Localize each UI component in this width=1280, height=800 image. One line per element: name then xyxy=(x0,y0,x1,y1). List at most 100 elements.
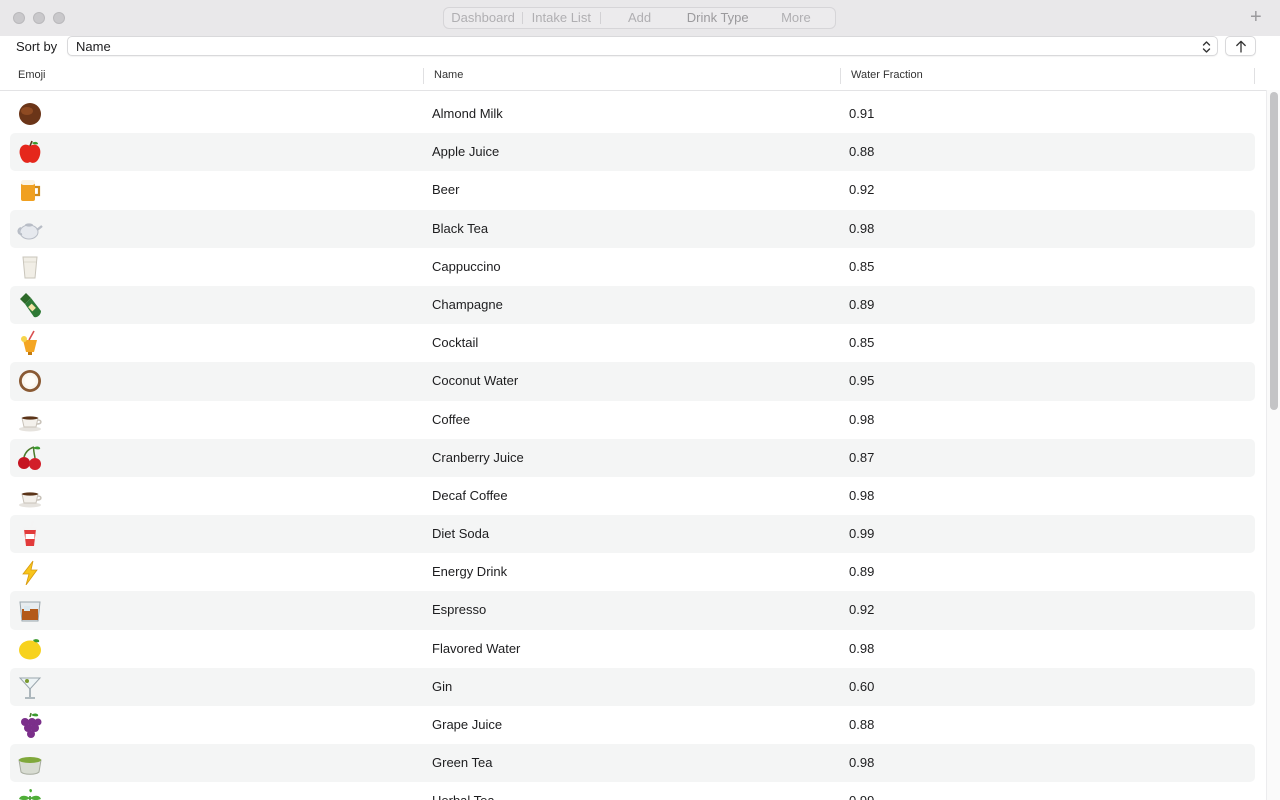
apple-icon xyxy=(19,140,41,164)
table-row[interactable]: Cranberry Juice 0.87 xyxy=(10,438,1255,477)
column-header-emoji[interactable]: Emoji xyxy=(18,69,46,81)
drink-name: Cappuccino xyxy=(432,258,501,274)
tab-drink-type[interactable]: Drink Type xyxy=(679,8,757,28)
sort-bar: Sort by Name xyxy=(0,36,1280,62)
water-fraction: 0.98 xyxy=(849,487,875,503)
column-header-name[interactable]: Name xyxy=(434,69,463,81)
table-row[interactable]: Herbal Tea 0.99 xyxy=(10,782,1255,800)
water-fraction: 0.88 xyxy=(849,144,875,160)
water-fraction: 0.87 xyxy=(849,449,875,465)
glass-of-milk-icon xyxy=(22,256,38,279)
matcha-icon xyxy=(18,757,42,775)
minimize-window-button[interactable] xyxy=(33,12,45,24)
column-header-water-fraction[interactable]: Water Fraction xyxy=(851,69,923,81)
tropical-drink-icon xyxy=(21,330,37,356)
water-fraction: 0.99 xyxy=(849,526,875,542)
drink-name: Apple Juice xyxy=(432,144,500,160)
grapes-icon xyxy=(21,712,42,738)
drink-name: Coconut Water xyxy=(432,373,519,389)
drink-name: Cranberry Juice xyxy=(432,449,524,465)
table-row[interactable]: Champagne 0.89 xyxy=(10,285,1255,325)
table-row[interactable]: Flavored Water 0.98 xyxy=(10,630,1255,668)
drink-name: Diet Soda xyxy=(432,526,490,542)
column-divider[interactable] xyxy=(840,68,841,84)
hot-beverage-icon xyxy=(19,492,42,508)
cup-with-straw-icon xyxy=(23,521,37,547)
drink-name: Gin xyxy=(432,678,453,694)
column-divider[interactable] xyxy=(1254,68,1255,84)
drink-name: Almond Milk xyxy=(432,106,503,121)
almond-icon xyxy=(19,103,41,125)
table-row[interactable]: Coconut Water 0.95 xyxy=(10,362,1255,401)
scrollbar-thumb[interactable] xyxy=(1270,92,1278,410)
table-row[interactable]: Gin 0.60 xyxy=(10,667,1255,706)
plus-icon[interactable]: + xyxy=(1250,7,1262,27)
water-fraction: 0.85 xyxy=(849,258,875,274)
tumbler-glass-icon xyxy=(19,601,41,622)
zoom-window-button[interactable] xyxy=(53,12,65,24)
water-fraction: 0.89 xyxy=(849,296,875,312)
view-tabs: Dashboard Intake List Add Drink Type Mor… xyxy=(443,7,836,29)
water-fraction: 0.99 xyxy=(849,793,874,800)
drink-name: Grape Juice xyxy=(432,717,503,732)
water-fraction: 0.91 xyxy=(849,106,875,121)
table-row[interactable]: Decaf Coffee 0.98 xyxy=(10,477,1255,515)
arrow-up-icon xyxy=(1236,40,1246,53)
table-row[interactable]: Black Tea 0.98 xyxy=(10,209,1255,248)
sort-label: Sort by xyxy=(16,39,58,54)
water-fraction: 0.92 xyxy=(849,602,875,618)
table-row[interactable]: Diet Soda 0.99 xyxy=(10,515,1255,554)
drink-name: Espresso xyxy=(432,602,487,618)
column-divider[interactable] xyxy=(423,68,424,84)
drink-name: Energy Drink xyxy=(432,564,508,580)
water-fraction: 0.88 xyxy=(849,717,875,732)
table-row[interactable]: Cappuccino 0.85 xyxy=(10,248,1255,286)
champagne-bottle-icon xyxy=(20,292,41,318)
table-row[interactable]: Apple Juice 0.88 xyxy=(10,133,1255,172)
water-fraction: 0.89 xyxy=(849,564,875,580)
table-row[interactable]: Almond Milk 0.91 xyxy=(10,95,1255,133)
sort-select[interactable]: Name xyxy=(67,36,1218,56)
teapot-icon xyxy=(17,222,43,240)
drink-name: Decaf Coffee xyxy=(432,487,508,503)
cherries-icon xyxy=(18,445,41,470)
water-fraction: 0.95 xyxy=(849,373,875,389)
tab-more[interactable]: More xyxy=(757,8,835,28)
beer-mug-icon xyxy=(21,180,41,202)
tab-add[interactable]: Add xyxy=(600,8,678,28)
water-fraction: 0.98 xyxy=(849,220,875,236)
table-row[interactable]: Energy Drink 0.89 xyxy=(10,553,1255,591)
drink-name: Coffee xyxy=(432,411,471,427)
water-fraction: 0.98 xyxy=(849,411,875,427)
lightning-icon xyxy=(22,561,38,586)
table-row[interactable]: Cocktail 0.85 xyxy=(10,324,1255,362)
drink-name: Green Tea xyxy=(432,755,493,771)
cocktail-glass-icon xyxy=(18,677,42,699)
water-fraction: 0.98 xyxy=(849,640,875,656)
coconut-icon xyxy=(19,370,41,393)
herb-icon xyxy=(19,789,41,800)
drink-name: Beer xyxy=(432,182,460,198)
table-row[interactable]: Coffee 0.98 xyxy=(10,401,1255,439)
table-row[interactable]: Espresso 0.92 xyxy=(10,591,1255,630)
lemon-icon xyxy=(19,638,41,660)
table-header: Emoji Name Water Fraction xyxy=(0,62,1266,91)
table-row[interactable]: Beer 0.92 xyxy=(10,171,1255,209)
vertical-scrollbar[interactable] xyxy=(1266,90,1280,800)
drink-name: Flavored Water xyxy=(432,640,521,656)
drink-name: Black Tea xyxy=(432,220,489,236)
tab-dashboard[interactable]: Dashboard xyxy=(444,8,522,28)
drink-type-table[interactable]: Almond Milk 0.91 Apple Juice 0.88 Beer 0.92 Bl… xyxy=(10,95,1255,800)
water-fraction: 0.98 xyxy=(849,755,875,771)
hot-beverage-icon xyxy=(19,415,42,431)
window-titlebar: Dashboard Intake List Add Drink Type Mor… xyxy=(0,0,1280,36)
drink-name: Cocktail xyxy=(432,335,479,351)
drink-name: Herbal Tea xyxy=(432,793,495,800)
water-fraction: 0.92 xyxy=(849,182,875,198)
table-row[interactable]: Grape Juice 0.88 xyxy=(10,706,1255,744)
sort-direction-button[interactable] xyxy=(1225,36,1256,56)
water-fraction: 0.60 xyxy=(849,678,875,694)
close-window-button[interactable] xyxy=(13,12,25,24)
table-row[interactable]: Green Tea 0.98 xyxy=(10,744,1255,783)
tab-intake-list[interactable]: Intake List xyxy=(522,8,600,28)
